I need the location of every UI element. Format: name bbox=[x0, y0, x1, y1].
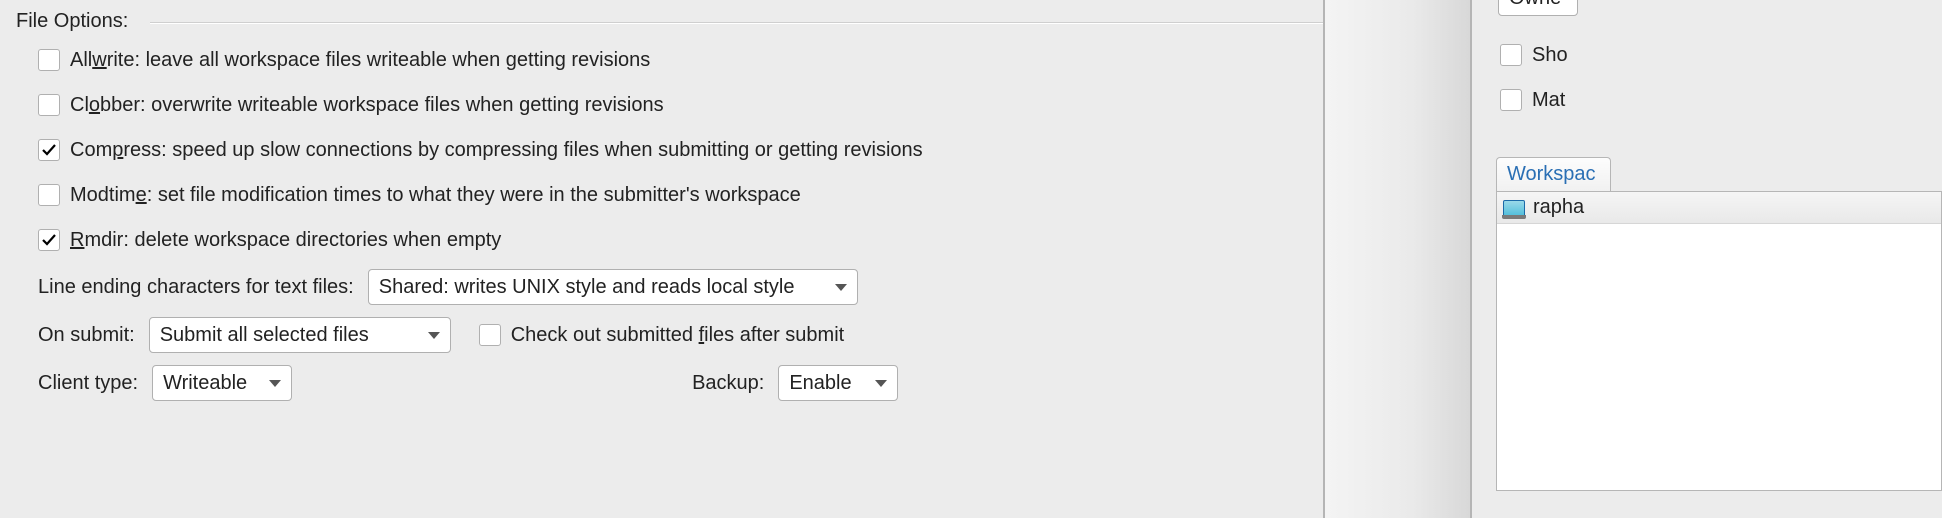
checkmark-icon bbox=[41, 232, 57, 248]
client-type-label: Client type: bbox=[38, 372, 138, 395]
rmdir-option: Rmdir: delete workspace directories when… bbox=[38, 221, 1323, 259]
side-show-label: Sho bbox=[1532, 44, 1568, 67]
modtime-option: Modtime: set file modification times to … bbox=[38, 176, 1323, 214]
side-match-checkbox[interactable] bbox=[1500, 89, 1522, 111]
backup-dropdown[interactable]: Enable bbox=[778, 365, 898, 401]
monitor-icon bbox=[1503, 200, 1525, 216]
checkmark-icon bbox=[41, 142, 57, 158]
clobber-option: Clobber: overwrite writeable workspace f… bbox=[38, 86, 1323, 124]
side-show-checkbox[interactable] bbox=[1500, 44, 1522, 66]
file-options-pane: File Options: Allwrite: leave all worksp… bbox=[0, 0, 1325, 518]
modtime-label: Modtime: set file modification times to … bbox=[70, 184, 801, 207]
allwrite-label: Allwrite: leave all workspace files writ… bbox=[70, 49, 650, 72]
on-submit-dropdown[interactable]: Submit all selected files bbox=[149, 317, 451, 353]
on-submit-label: On submit: bbox=[38, 324, 135, 347]
compress-label: Compress: speed up slow connections by c… bbox=[70, 139, 923, 162]
allwrite-checkbox[interactable] bbox=[38, 49, 60, 71]
line-ending-row: Line ending characters for text files: S… bbox=[38, 266, 1323, 308]
on-submit-value: Submit all selected files bbox=[160, 324, 422, 347]
modtime-checkbox[interactable] bbox=[38, 184, 60, 206]
line-ending-value: Shared: writes UNIX style and reads loca… bbox=[379, 276, 829, 299]
client-type-value: Writeable bbox=[163, 372, 263, 395]
owner-dropdown[interactable]: Owne bbox=[1498, 0, 1578, 16]
workspace-row-label: rapha bbox=[1533, 196, 1584, 219]
owner-value: Owne bbox=[1509, 0, 1575, 10]
checkout-after-label: Check out submitted files after submit bbox=[511, 324, 845, 347]
allwrite-option: Allwrite: leave all workspace files writ… bbox=[38, 41, 1323, 79]
rmdir-label: Rmdir: delete workspace directories when… bbox=[70, 229, 501, 252]
rmdir-checkbox[interactable] bbox=[38, 229, 60, 251]
side-match-option: Mat bbox=[1500, 81, 1942, 119]
side-pane: Owne Sho Mat Workspac rapha bbox=[1472, 0, 1942, 518]
workspace-block: Workspac rapha bbox=[1496, 157, 1942, 491]
line-ending-label: Line ending characters for text files: bbox=[38, 276, 354, 299]
workspace-list[interactable]: rapha bbox=[1496, 191, 1942, 491]
clobber-checkbox[interactable] bbox=[38, 94, 60, 116]
compress-option: Compress: speed up slow connections by c… bbox=[38, 131, 1323, 169]
backup-label: Backup: bbox=[692, 372, 764, 395]
side-show-option: Sho bbox=[1500, 36, 1942, 74]
backup-value: Enable bbox=[789, 372, 869, 395]
splitter[interactable] bbox=[1325, 0, 1472, 518]
side-match-label: Mat bbox=[1532, 89, 1565, 112]
workspace-tab[interactable]: Workspac bbox=[1496, 157, 1611, 191]
checkout-after-checkbox[interactable] bbox=[479, 324, 501, 346]
chevron-down-icon bbox=[875, 380, 887, 387]
client-backup-row: Client type: Writeable Backup: Enable bbox=[38, 362, 1323, 404]
line-ending-dropdown[interactable]: Shared: writes UNIX style and reads loca… bbox=[368, 269, 858, 305]
on-submit-row: On submit: Submit all selected files Che… bbox=[38, 314, 1323, 356]
compress-checkbox[interactable] bbox=[38, 139, 60, 161]
clobber-label: Clobber: overwrite writeable workspace f… bbox=[70, 94, 664, 117]
chevron-down-icon bbox=[269, 380, 281, 387]
client-type-dropdown[interactable]: Writeable bbox=[152, 365, 292, 401]
section-rule bbox=[150, 22, 1323, 24]
workspace-row[interactable]: rapha bbox=[1497, 192, 1941, 224]
chevron-down-icon bbox=[835, 284, 847, 291]
chevron-down-icon bbox=[428, 332, 440, 339]
